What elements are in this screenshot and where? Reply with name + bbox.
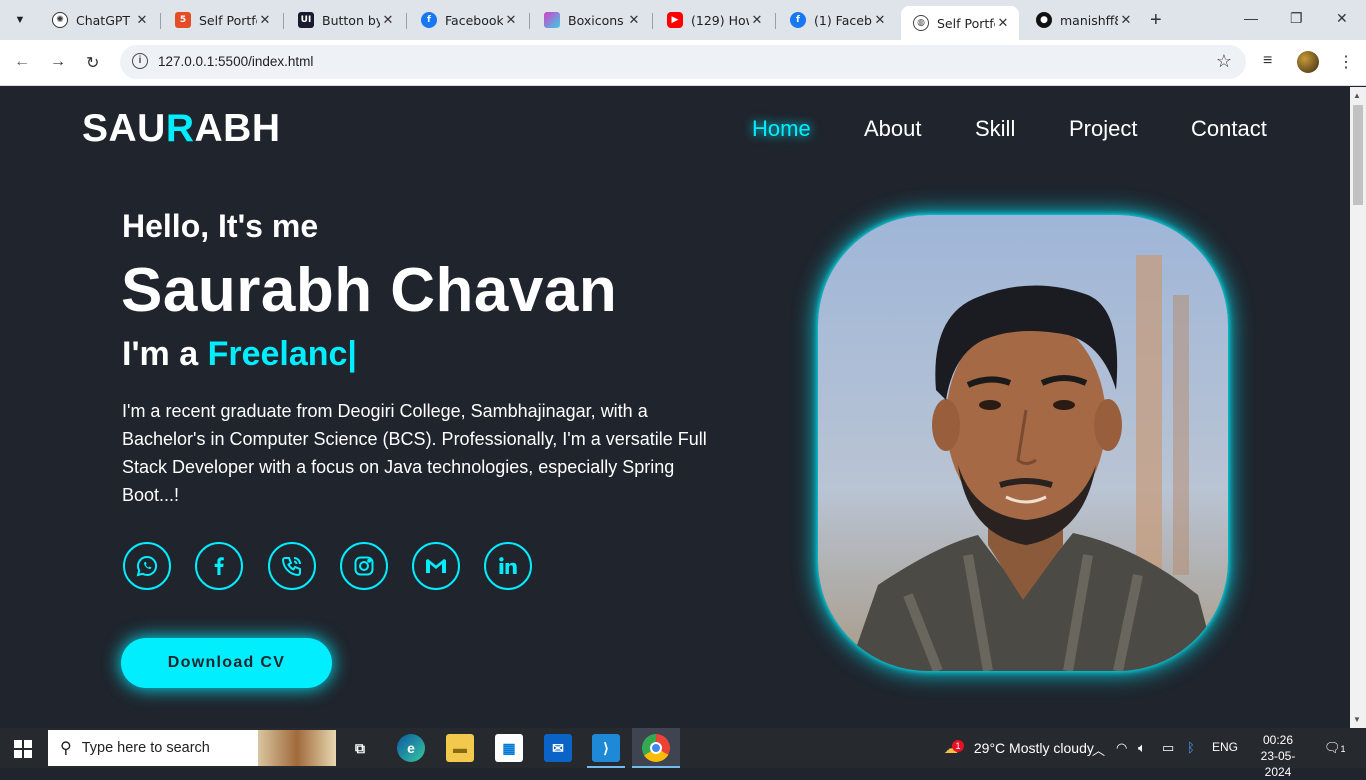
- nav-contact[interactable]: Contact: [1191, 116, 1267, 142]
- close-icon[interactable]: ✕: [257, 13, 273, 28]
- nav-home[interactable]: Home: [752, 116, 811, 142]
- menu-kebab-icon[interactable]: ⋮: [1338, 52, 1354, 72]
- youtube-icon: ▶: [667, 12, 683, 28]
- tab-facebook-2[interactable]: f (1) Facebo ✕: [778, 6, 896, 34]
- portfolio-page: SAURABH Home About Skill Project Contact…: [0, 87, 1350, 728]
- task-view-icon[interactable]: ⧉: [346, 734, 374, 762]
- instagram-icon[interactable]: [340, 542, 388, 590]
- hero-name: Saurabh Chavan: [121, 256, 618, 325]
- microsoft-store-icon[interactable]: ▦: [495, 734, 523, 762]
- profile-avatar[interactable]: [1297, 51, 1319, 73]
- download-cv-button[interactable]: Download CV: [121, 638, 332, 688]
- tab-self-portfolio-1[interactable]: 5 Self Portfo ✕: [163, 6, 281, 34]
- tab-boxicons[interactable]: Boxicons ✕: [532, 6, 650, 34]
- tab-self-portfolio-active[interactable]: ◍ Self Portfo ✕: [901, 6, 1019, 40]
- bluetooth-icon[interactable]: ᛒ: [1187, 740, 1195, 755]
- facebook-icon[interactable]: [195, 542, 243, 590]
- close-icon[interactable]: ✕: [134, 13, 150, 28]
- notification-icon[interactable]: 🗨︎1: [1324, 740, 1346, 756]
- minimize-icon[interactable]: —: [1244, 10, 1258, 26]
- search-icon: ⚲: [60, 740, 72, 757]
- browser-toolbar: ← → ↻ i 127.0.0.1:5500/index.html ☆ ≡ ⋮: [0, 40, 1366, 86]
- wifi-icon[interactable]: ◠: [1116, 740, 1127, 756]
- close-icon[interactable]: ✕: [626, 13, 642, 28]
- new-tab-button[interactable]: +: [1150, 9, 1162, 32]
- reload-icon[interactable]: ↻: [86, 53, 99, 73]
- vscode-icon[interactable]: ⟩: [592, 734, 620, 762]
- typed-text: Freelanc|: [207, 335, 357, 373]
- file-explorer-icon[interactable]: ▬: [446, 734, 474, 762]
- weather-badge: 1: [952, 740, 964, 752]
- close-icon[interactable]: ✕: [380, 13, 396, 28]
- bookmark-star-icon[interactable]: ☆: [1216, 51, 1232, 72]
- tab-facebook[interactable]: f Facebook ✕: [409, 6, 527, 34]
- mail-icon[interactable]: ✉: [544, 734, 572, 762]
- nav-about[interactable]: About: [864, 116, 922, 142]
- edge-icon[interactable]: e: [397, 734, 425, 762]
- phone-icon[interactable]: [268, 542, 316, 590]
- address-bar[interactable]: i 127.0.0.1:5500/index.html ☆: [120, 45, 1246, 79]
- forward-icon[interactable]: →: [50, 53, 66, 71]
- tab-github[interactable]: ● manishff8 ✕: [1024, 6, 1142, 34]
- system-clock[interactable]: 00:26 23-05-2024: [1248, 732, 1308, 780]
- close-icon[interactable]: ✕: [995, 16, 1011, 31]
- site-info-icon[interactable]: i: [132, 53, 148, 69]
- close-icon[interactable]: ✕: [872, 13, 888, 28]
- close-window-icon[interactable]: ✕: [1336, 10, 1348, 27]
- close-icon[interactable]: ✕: [1118, 13, 1134, 28]
- back-icon[interactable]: ←: [14, 53, 30, 71]
- hero-bio: I'm a recent graduate from Deogiri Colle…: [122, 401, 707, 505]
- weather-widget[interactable]: ☁1 29°C Mostly cloudy: [944, 740, 1094, 757]
- tab-search-button[interactable]: ▼: [8, 8, 32, 32]
- profile-photo: [818, 215, 1228, 671]
- chatgpt-icon: ✺: [52, 12, 68, 28]
- volume-icon[interactable]: 🔈︎: [1138, 740, 1146, 756]
- language-indicator[interactable]: ENG: [1212, 740, 1238, 754]
- close-icon[interactable]: ✕: [503, 13, 519, 28]
- page-scrollbar[interactable]: ▲ ▼: [1350, 87, 1366, 728]
- uiverse-icon: UI: [298, 12, 314, 28]
- nav-project[interactable]: Project: [1069, 116, 1137, 142]
- scrollbar-thumb[interactable]: [1353, 105, 1363, 205]
- facebook-icon: f: [421, 12, 437, 28]
- chevron-up-icon[interactable]: ︿: [1092, 740, 1105, 759]
- html-icon: 5: [175, 12, 191, 28]
- hero-role: I'm a Freelanc|: [122, 335, 357, 373]
- site-logo[interactable]: SAURABH: [82, 107, 281, 151]
- windows-start-icon[interactable]: [14, 740, 32, 758]
- search-highlight-image: [258, 730, 336, 766]
- close-icon[interactable]: ✕: [749, 13, 765, 28]
- restore-icon[interactable]: ❐: [1290, 10, 1303, 27]
- media-control-icon[interactable]: ≡: [1263, 52, 1272, 70]
- hero-greeting: Hello, It's me: [122, 208, 319, 244]
- whatsapp-icon[interactable]: [123, 542, 171, 590]
- battery-icon[interactable]: ▭: [1162, 740, 1174, 756]
- tab-youtube[interactable]: ▶ (129) How ✕: [655, 6, 773, 34]
- tab-chatgpt[interactable]: ✺ ChatGPT ✕: [40, 6, 158, 34]
- windows-taskbar: ⚲ Type here to search ⧉ e ▬ ▦ ✉ ⟩ ☁1 29°…: [0, 728, 1366, 779]
- tab-button-by[interactable]: UI Button by ✕: [286, 6, 404, 34]
- linkedin-icon[interactable]: [484, 542, 532, 590]
- gmail-icon[interactable]: [412, 542, 460, 590]
- url-text[interactable]: 127.0.0.1:5500/index.html: [158, 54, 313, 69]
- scroll-up-icon[interactable]: ▲: [1353, 91, 1361, 100]
- github-icon: ●: [1036, 12, 1052, 28]
- boxicons-icon: [544, 12, 560, 28]
- nav-skill[interactable]: Skill: [975, 116, 1015, 142]
- tab-strip: ▼ ✺ ChatGPT ✕ 5 Self Portfo ✕ UI Button …: [0, 0, 1366, 40]
- facebook-icon: f: [790, 12, 806, 28]
- scroll-down-icon[interactable]: ▼: [1353, 715, 1361, 724]
- globe-icon: ◍: [913, 15, 929, 31]
- chrome-icon[interactable]: [642, 734, 670, 762]
- taskbar-search[interactable]: ⚲ Type here to search: [48, 730, 336, 766]
